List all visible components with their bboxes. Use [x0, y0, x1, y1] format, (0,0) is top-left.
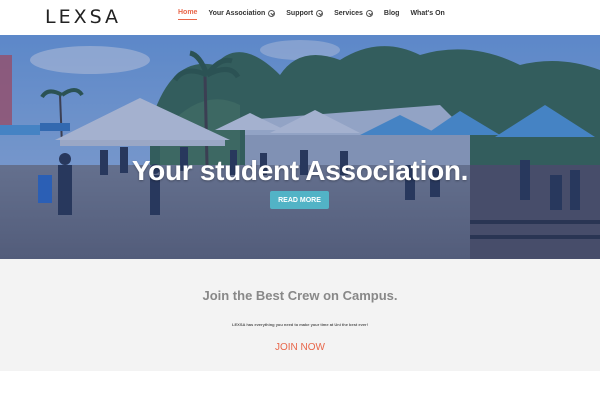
- read-more-button[interactable]: READ MORE: [270, 191, 329, 209]
- nav-item-label: Your Association: [208, 9, 266, 17]
- nav-item-label: Blog: [383, 9, 400, 17]
- section-text: LEXSA has everything you need to make yo…: [232, 322, 368, 327]
- nav-item-label: Support: [286, 9, 314, 17]
- chevron-down-icon: [268, 9, 276, 17]
- join-now-link[interactable]: JOIN NOW: [0, 342, 600, 353]
- main-nav: Home Your Association Support Services B…: [178, 9, 456, 20]
- hero-banner: Your student Association. READ MORE: [0, 35, 600, 259]
- nav-item-your-association[interactable]: Your Association: [208, 9, 276, 20]
- page-bottom: [0, 371, 600, 400]
- nav-item-blog[interactable]: Blog: [384, 10, 400, 20]
- nav-item-services[interactable]: Services: [334, 9, 373, 20]
- site-logo[interactable]: LEXSA: [45, 6, 121, 28]
- join-section: Join the Best Crew on Campus. LEXSA has …: [0, 259, 600, 371]
- nav-item-support[interactable]: Support: [286, 9, 324, 20]
- nav-item-label: Home: [178, 9, 198, 16]
- chevron-down-icon: [316, 9, 324, 17]
- hero-overlay: [0, 35, 600, 259]
- nav-item-label: What's On: [410, 9, 445, 17]
- chevron-down-icon: [365, 9, 373, 17]
- nav-item-whats-on[interactable]: What's On: [410, 10, 444, 20]
- site-header: LEXSA Home Your Association Support Serv…: [0, 0, 600, 35]
- hero-title: Your student Association.: [131, 155, 469, 186]
- nav-item-label: Services: [334, 9, 363, 17]
- nav-item-home[interactable]: Home: [178, 9, 198, 20]
- section-title: Join the Best Crew on Campus.: [202, 288, 398, 303]
